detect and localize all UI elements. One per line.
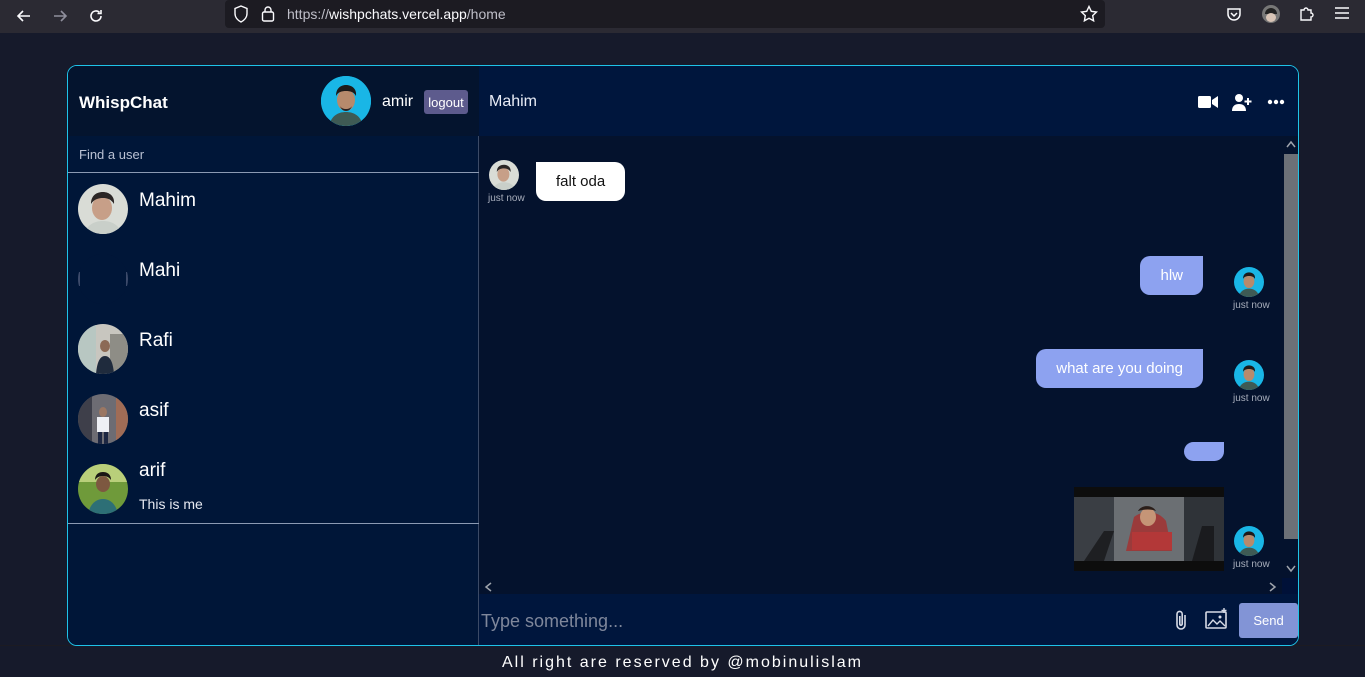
scrollbar-thumb[interactable]: [1284, 154, 1298, 539]
menu-icon[interactable]: [1334, 6, 1350, 20]
message-bubble-outgoing: what are you doing: [1036, 349, 1203, 388]
user-item-rafi[interactable]: Rafi: [68, 314, 479, 384]
back-icon[interactable]: [12, 4, 36, 28]
user-name: asif: [139, 400, 169, 421]
avatar: [1234, 526, 1264, 556]
chat-header: Mahim: [479, 66, 1298, 136]
extensions-icon[interactable]: [1298, 5, 1315, 22]
message-image[interactable]: [1074, 487, 1224, 571]
scroll-left-icon[interactable]: [484, 582, 492, 592]
avatar: [1234, 360, 1264, 390]
search-input[interactable]: [68, 136, 479, 172]
user-item-asif[interactable]: asif: [68, 384, 479, 454]
more-options-icon[interactable]: [1265, 92, 1287, 112]
vertical-scrollbar[interactable]: [1282, 136, 1298, 578]
chat-partner-name: Mahim: [489, 93, 538, 110]
message-list: just now falt oda hlw just now what are …: [479, 136, 1282, 578]
current-user-name: amir: [382, 93, 414, 110]
message-time: just now: [1233, 559, 1270, 570]
profile-avatar-icon[interactable]: [1262, 5, 1280, 23]
forward-icon[interactable]: [48, 4, 72, 28]
user-item-arif[interactable]: arif This is me: [68, 454, 479, 524]
shield-icon[interactable]: [233, 5, 249, 23]
avatar: [1234, 267, 1264, 297]
logout-button[interactable]: logout: [424, 90, 468, 114]
avatar: [78, 324, 128, 374]
current-user-avatar: [321, 76, 371, 126]
page-footer: All right are reserved by @mobinulislam: [0, 646, 1365, 677]
message-time: just now: [1233, 300, 1270, 311]
bookmark-star-icon[interactable]: [1080, 5, 1098, 23]
scroll-right-icon[interactable]: [1269, 582, 1277, 592]
user-name: arif: [139, 460, 166, 481]
avatar: [78, 254, 128, 304]
address-bar[interactable]: https://wishpchats.vercel.app/home: [225, 0, 1105, 28]
message-bubble-incoming: falt oda: [536, 162, 626, 201]
footer-text: All right are reserved by @mobinulislam: [501, 654, 863, 671]
message-time: just now: [1233, 393, 1270, 404]
browser-toolbar: https://wishpchats.vercel.app/home: [0, 0, 1365, 33]
lock-icon[interactable]: [261, 5, 275, 22]
message-bubble-outgoing: hlw: [1140, 256, 1203, 295]
message-input[interactable]: [481, 604, 1161, 638]
sidebar: WhispChat amir logout Find a user Mahim …: [68, 66, 479, 645]
horizontal-scrollbar[interactable]: [479, 578, 1282, 594]
user-item-mahi[interactable]: Mahi: [68, 244, 479, 314]
attach-file-icon[interactable]: [1172, 610, 1192, 632]
reload-icon[interactable]: [84, 4, 108, 28]
user-name: Mahi: [139, 260, 181, 281]
image-upload-icon[interactable]: [1205, 608, 1229, 630]
user-search: [68, 136, 479, 173]
message-input-bar: Send: [479, 594, 1298, 645]
send-button[interactable]: Send: [1239, 603, 1298, 638]
scroll-down-icon[interactable]: [1286, 565, 1296, 573]
chat-app-container: WhispChat amir logout Find a user Mahim …: [67, 65, 1299, 646]
user-status: This is me: [139, 496, 203, 512]
chat-panel: Mahim just now falt oda hlw just now wha…: [479, 66, 1298, 645]
user-list: Mahim Mahi Rafi asif arif This is me: [68, 174, 479, 524]
avatar: [489, 160, 519, 190]
user-item-mahim[interactable]: Mahim: [68, 174, 479, 244]
video-camera-icon[interactable]: [1197, 92, 1219, 112]
pocket-icon[interactable]: [1226, 6, 1242, 22]
scroll-up-icon[interactable]: [1286, 140, 1296, 148]
add-user-icon[interactable]: [1231, 92, 1253, 112]
sidebar-header: WhispChat amir logout: [68, 66, 479, 136]
user-name: Rafi: [139, 330, 173, 351]
avatar: [78, 464, 128, 514]
brand-title: WhispChat: [79, 93, 168, 112]
avatar: [78, 394, 128, 444]
user-name: Mahim: [139, 190, 197, 211]
message-bubble-outgoing-empty: [1184, 442, 1224, 461]
message-time: just now: [488, 193, 525, 204]
avatar: [78, 184, 128, 234]
url-text[interactable]: https://wishpchats.vercel.app/home: [287, 6, 506, 22]
